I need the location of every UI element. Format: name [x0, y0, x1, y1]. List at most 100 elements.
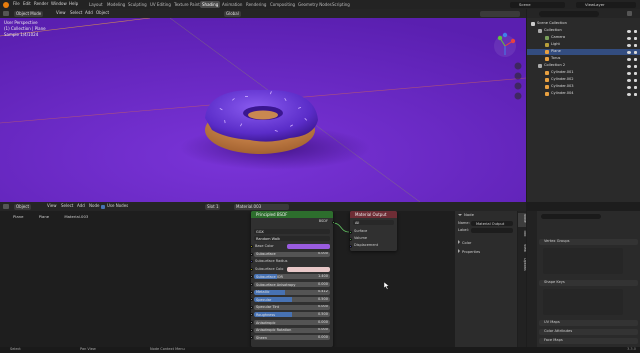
tab-modeling[interactable]: Modeling — [105, 1, 127, 8]
scene-selector[interactable]: Scene — [510, 1, 565, 8]
filter-icon[interactable] — [627, 11, 632, 16]
distribution-dropdown[interactable]: GGX — [254, 229, 330, 234]
menu-file[interactable]: File — [13, 2, 20, 6]
node-editor[interactable]: Plane Plane Material.003 Principled BSDF… — [0, 211, 526, 347]
properties-section[interactable]: Shape Keys — [539, 280, 638, 286]
principled-bsdf-node[interactable]: Principled BSDF BSDF GGX Random Walk Bas… — [249, 211, 335, 347]
input-socket[interactable] — [249, 336, 253, 340]
menu-view[interactable]: View — [47, 204, 57, 208]
tab-node[interactable]: Node — [518, 213, 526, 227]
menu-node[interactable]: Node — [89, 204, 99, 208]
render-camera-icon[interactable] — [634, 50, 637, 54]
properties-search-input[interactable] — [541, 214, 601, 219]
menu-object[interactable]: Object — [96, 11, 109, 15]
property-slider[interactable]: Anisotropic 0.000 — [254, 320, 330, 325]
outliner-item[interactable]: Plane — [527, 49, 640, 55]
input-socket[interactable] — [249, 245, 253, 248]
input-socket[interactable] — [249, 252, 253, 256]
input-socket[interactable] — [249, 321, 253, 324]
outliner-item[interactable]: Torus — [527, 56, 640, 62]
view-layer-selector[interactable]: ViewLayer — [576, 1, 636, 8]
properties-section[interactable]: Color Attributes — [539, 329, 638, 335]
bsdf-output-socket[interactable] — [331, 220, 335, 224]
outliner-item[interactable]: Cylinder.002 — [527, 77, 640, 83]
outliner-item[interactable]: Collection 2 — [527, 63, 640, 69]
outliner-item[interactable]: Cylinder.003 — [527, 84, 640, 90]
visibility-eye-icon[interactable] — [627, 78, 631, 82]
visibility-eye-icon[interactable] — [627, 64, 631, 68]
menu-window[interactable]: Window — [51, 2, 67, 6]
tab-geometry-nodes[interactable]: Geometry Nodes — [296, 1, 334, 8]
orientation-dropdown[interactable]: Global — [224, 10, 241, 17]
3d-viewport[interactable]: User Perspective (1) Collection | Plane … — [0, 18, 526, 202]
render-camera-icon[interactable] — [634, 85, 637, 89]
tab-animation[interactable]: Animation — [220, 1, 244, 8]
render-camera-icon[interactable] — [634, 57, 637, 61]
mode-dropdown[interactable]: Object Mode — [14, 10, 44, 17]
tab-options[interactable]: Options — [518, 257, 526, 275]
object-type-dropdown[interactable]: Object — [14, 203, 32, 210]
property-slider[interactable]: Roughness 0.500 — [254, 312, 330, 318]
property-slider[interactable]: Subsurface IOR 1.400 — [254, 274, 330, 280]
property-slider[interactable]: Sheen 0.000 — [254, 335, 330, 341]
render-camera-icon[interactable] — [634, 29, 637, 33]
editor-type-icon[interactable] — [3, 204, 9, 209]
properties-section[interactable]: Face Maps — [539, 338, 638, 344]
properties-section[interactable]: UV Maps — [539, 320, 638, 326]
visibility-eye-icon[interactable] — [627, 36, 631, 40]
sidebar-section-properties[interactable]: Properties — [458, 249, 480, 255]
editor-type-icon[interactable] — [3, 11, 9, 16]
properties-list[interactable] — [543, 289, 623, 315]
visibility-eye-icon[interactable] — [627, 71, 631, 75]
outliner-item[interactable]: Light — [527, 42, 640, 48]
outliner-item[interactable]: Scene Collection — [527, 21, 640, 27]
render-camera-icon[interactable] — [634, 92, 637, 96]
render-camera-icon[interactable] — [634, 64, 637, 68]
input-socket[interactable] — [249, 298, 253, 302]
tab-scripting[interactable]: Scripting — [330, 1, 352, 8]
input-socket[interactable] — [249, 283, 253, 286]
slot-dropdown[interactable]: Slot 1 — [205, 203, 221, 210]
use-nodes-checkbox[interactable] — [101, 204, 105, 209]
surface-input-socket[interactable] — [348, 230, 352, 234]
menu-view[interactable]: View — [56, 11, 66, 15]
outliner-item[interactable]: Camera — [527, 35, 640, 41]
visibility-eye-icon[interactable] — [627, 85, 631, 89]
tab-compositing[interactable]: Compositing — [268, 1, 297, 8]
property-slider[interactable]: Specular Tint 0.000 — [254, 304, 330, 310]
tab-view[interactable]: View — [518, 243, 526, 255]
menu-add[interactable]: Add — [77, 204, 85, 208]
property-slider[interactable]: Subsurface 0.000 — [254, 251, 330, 257]
visibility-eye-icon[interactable] — [627, 57, 631, 61]
material-selector[interactable]: Material.003 — [234, 203, 289, 210]
render-camera-icon[interactable] — [634, 43, 637, 47]
subsurface-method-dropdown[interactable]: Random Walk — [254, 236, 330, 241]
properties-list[interactable] — [543, 248, 623, 274]
target-dropdown[interactable]: All — [353, 220, 394, 225]
input-socket[interactable] — [249, 305, 253, 309]
property-slider[interactable]: Anisotropic Rotation 0.000 — [254, 327, 330, 333]
properties-section[interactable]: Vertex Groups — [539, 239, 638, 245]
property-slider[interactable]: Metallic 0.412 — [254, 289, 330, 295]
menu-help[interactable]: Help — [69, 2, 78, 6]
outliner-item[interactable]: Cylinder.001 — [527, 70, 640, 76]
tab-uv-editing[interactable]: UV Editing — [148, 1, 173, 8]
visibility-eye-icon[interactable] — [627, 92, 631, 96]
visibility-eye-icon[interactable] — [627, 29, 631, 33]
menu-select[interactable]: Select — [61, 204, 73, 208]
shading-buttons[interactable] — [480, 10, 520, 17]
menu-edit[interactable]: Edit — [23, 2, 31, 6]
input-socket[interactable] — [249, 267, 253, 271]
color-swatch[interactable] — [287, 266, 330, 272]
blender-logo-icon[interactable] — [3, 1, 9, 8]
input-socket[interactable] — [249, 290, 253, 294]
visibility-eye-icon[interactable] — [627, 43, 631, 47]
displacement-input-socket[interactable] — [348, 244, 352, 248]
property-slider[interactable]: Subsurface Anisotropy 0.000 — [254, 282, 330, 287]
render-camera-icon[interactable] — [634, 36, 637, 40]
input-socket[interactable] — [249, 260, 253, 264]
tab-shading[interactable]: Shading — [200, 1, 221, 8]
render-camera-icon[interactable] — [634, 78, 637, 82]
menu-render[interactable]: Render — [34, 2, 48, 6]
outliner-item[interactable]: Collection — [527, 28, 640, 34]
